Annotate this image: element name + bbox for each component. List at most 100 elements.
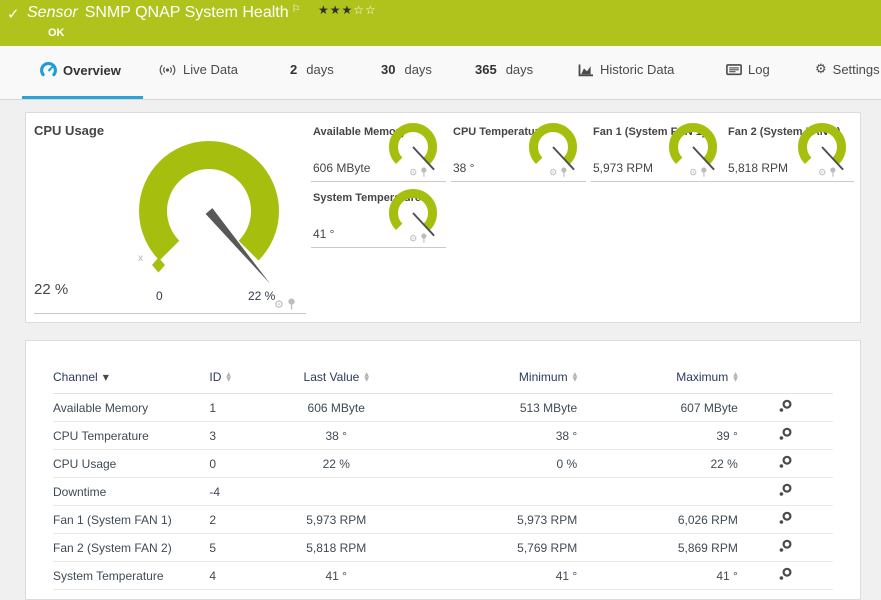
tab-settings[interactable]: ⚙ Settings bbox=[815, 62, 880, 77]
gear-icon[interactable]: ⚙ bbox=[274, 299, 284, 310]
gauge-actions: ⚙ bbox=[409, 167, 428, 177]
gauge-actions: ⚙ bbox=[409, 233, 428, 243]
channel-settings-icon[interactable] bbox=[778, 455, 793, 472]
gauge-actions: ⚙ bbox=[818, 167, 837, 177]
gauges-panel: CPU Usage x 0 22 % 22 % ⚙ Available Memo… bbox=[25, 112, 861, 323]
channel-last-value: 38 ° bbox=[272, 421, 400, 450]
channel-minimum: 513 MByte bbox=[399, 393, 578, 422]
channel-maximum: 607 MByte bbox=[577, 393, 738, 422]
channel-name[interactable]: Downtime bbox=[53, 477, 210, 506]
gear-icon[interactable]: ⚙ bbox=[409, 167, 417, 176]
channel-name[interactable]: Fan 2 (System FAN 2) bbox=[53, 533, 210, 562]
gauge-cell-fan-2: Fan 2 (System FAN 2) 5,818 RPM ⚙ bbox=[726, 123, 854, 182]
sort-icon: ▲ ▼ bbox=[572, 371, 578, 383]
channel-settings-icon[interactable] bbox=[778, 483, 793, 500]
priority-stars[interactable]: ★★★☆☆ bbox=[318, 3, 377, 17]
gauge-actions: ⚙ bbox=[549, 167, 568, 177]
sort-icon: ▲ ▼ bbox=[364, 371, 369, 383]
gauge-cell-value: 5,818 RPM bbox=[728, 161, 789, 175]
table-row[interactable]: Downtime -4 bbox=[53, 477, 833, 506]
table-row[interactable]: Available Memory 1 606 MByte 513 MByte 6… bbox=[53, 393, 833, 422]
pin-icon[interactable] bbox=[560, 167, 568, 177]
table-row[interactable]: CPU Usage 0 22 % 0 % 22 % bbox=[53, 449, 833, 478]
pin-icon[interactable] bbox=[420, 167, 428, 177]
tab-historic-data[interactable]: Historic Data bbox=[578, 62, 674, 77]
column-header-label: Channel bbox=[53, 370, 98, 384]
sort-desc-icon: ▼ bbox=[102, 372, 109, 382]
gear-icon[interactable]: ⚙ bbox=[689, 167, 697, 176]
column-header-last-value[interactable]: Last Value ▲ ▼ bbox=[272, 361, 400, 394]
tab-log[interactable]: Log bbox=[726, 62, 770, 77]
sensor-title: SNMP QNAP System Health bbox=[84, 4, 289, 21]
tab-365-days[interactable]: 365 days bbox=[475, 62, 533, 77]
pin-icon[interactable] bbox=[420, 233, 428, 243]
channel-name[interactable]: CPU Temperature bbox=[53, 421, 210, 450]
column-header-settings bbox=[737, 361, 833, 394]
gear-icon[interactable]: ⚙ bbox=[549, 167, 557, 176]
tab-365-days-word: days bbox=[505, 62, 534, 77]
column-header-id[interactable]: ID ▲ ▼ bbox=[209, 361, 273, 394]
gear-icon[interactable]: ⚙ bbox=[409, 233, 417, 242]
gauge-cell-system-temperature: System Temperature 41 ° ⚙ bbox=[311, 189, 446, 248]
stars-filled: ★★★ bbox=[318, 3, 354, 17]
tab-live-data-label: Live Data bbox=[183, 62, 238, 77]
channel-settings-icon[interactable] bbox=[778, 399, 793, 416]
gauge-cell-value: 41 ° bbox=[313, 227, 335, 241]
channel-maximum: 41 ° bbox=[577, 561, 738, 590]
pin-icon[interactable] bbox=[287, 298, 296, 310]
channel-name[interactable]: Fan 1 (System FAN 1) bbox=[53, 505, 210, 534]
flag-icon[interactable]: ⚐ bbox=[292, 4, 301, 15]
table-row[interactable]: Fan 2 (System FAN 2) 5 5,818 RPM 5,769 R… bbox=[53, 533, 833, 562]
channel-settings-icon[interactable] bbox=[778, 427, 793, 444]
channel-minimum: 0 % bbox=[399, 449, 578, 478]
channel-last-value: 5,973 RPM bbox=[272, 505, 400, 534]
channel-maximum: 6,026 RPM bbox=[577, 505, 738, 534]
tab-live-data[interactable]: Live Data bbox=[158, 62, 238, 77]
chart-icon bbox=[578, 64, 593, 76]
table-row[interactable]: System Temperature 4 41 ° 41 ° 41 ° bbox=[53, 561, 833, 590]
channel-name[interactable]: Available Memory bbox=[53, 393, 210, 422]
table-row[interactable]: Fan 1 (System FAN 1) 2 5,973 RPM 5,973 R… bbox=[53, 505, 833, 534]
tab-2-days-number: 2 bbox=[290, 62, 298, 77]
tab-overview-label: Overview bbox=[63, 62, 121, 78]
tab-historic-data-label: Historic Data bbox=[600, 62, 675, 77]
channel-id: 0 bbox=[209, 449, 273, 478]
gauge-cell-available-memory: Available Memory 606 MByte ⚙ bbox=[311, 123, 446, 182]
sensor-status-banner: ✓ Sensor SNMP QNAP System Health ⚐ ★★★☆☆ O… bbox=[0, 0, 881, 46]
channels-table: Channel ▼ ID ▲ ▼ Last Value ▲ ▼ Minimum ▲ ▼ Max… bbox=[53, 361, 833, 590]
tab-365-days-number: 365 bbox=[475, 62, 497, 77]
log-icon bbox=[726, 64, 742, 76]
channel-name[interactable]: System Temperature bbox=[53, 561, 210, 590]
channel-settings-icon[interactable] bbox=[778, 539, 793, 556]
divider bbox=[34, 313, 306, 314]
channel-settings-icon[interactable] bbox=[778, 567, 793, 584]
channel-id: 4 bbox=[209, 561, 273, 590]
scale-marker: x bbox=[138, 253, 143, 264]
pin-icon[interactable] bbox=[700, 167, 708, 177]
channel-minimum: 5,769 RPM bbox=[399, 533, 578, 562]
column-header-label: Maximum bbox=[676, 370, 729, 384]
tab-2-days[interactable]: 2 days bbox=[290, 62, 334, 77]
channel-id: 5 bbox=[209, 533, 273, 562]
column-header-minimum[interactable]: Minimum ▲ ▼ bbox=[399, 361, 578, 394]
cpu-usage-gauge bbox=[139, 141, 279, 284]
channel-minimum bbox=[399, 477, 578, 506]
column-header-label: Minimum bbox=[518, 370, 568, 384]
tab-bar: Overview Live Data 2 days 30 days 365 days … bbox=[0, 46, 881, 100]
gear-icon[interactable]: ⚙ bbox=[818, 167, 826, 176]
channel-name[interactable]: CPU Usage bbox=[53, 449, 210, 478]
pin-icon[interactable] bbox=[829, 167, 837, 177]
gear-icon: ⚙ bbox=[815, 62, 827, 77]
tab-30-days-number: 30 bbox=[381, 62, 396, 77]
column-header-maximum[interactable]: Maximum ▲ ▼ bbox=[577, 361, 738, 394]
channel-id: 2 bbox=[209, 505, 273, 534]
table-row[interactable]: CPU Temperature 3 38 ° 38 ° 39 ° bbox=[53, 421, 833, 450]
channel-maximum bbox=[577, 477, 738, 506]
channel-last-value: 606 MByte bbox=[272, 393, 400, 422]
tab-overview[interactable]: Overview bbox=[40, 62, 121, 78]
column-header-channel[interactable]: Channel ▼ bbox=[53, 361, 210, 394]
column-header-label: Last Value bbox=[303, 370, 360, 384]
channel-settings-icon[interactable] bbox=[778, 511, 793, 528]
tab-30-days[interactable]: 30 days bbox=[381, 62, 432, 77]
channels-panel: Channel ▼ ID ▲ ▼ Last Value ▲ ▼ Minimum ▲ ▼ Max… bbox=[25, 340, 861, 600]
